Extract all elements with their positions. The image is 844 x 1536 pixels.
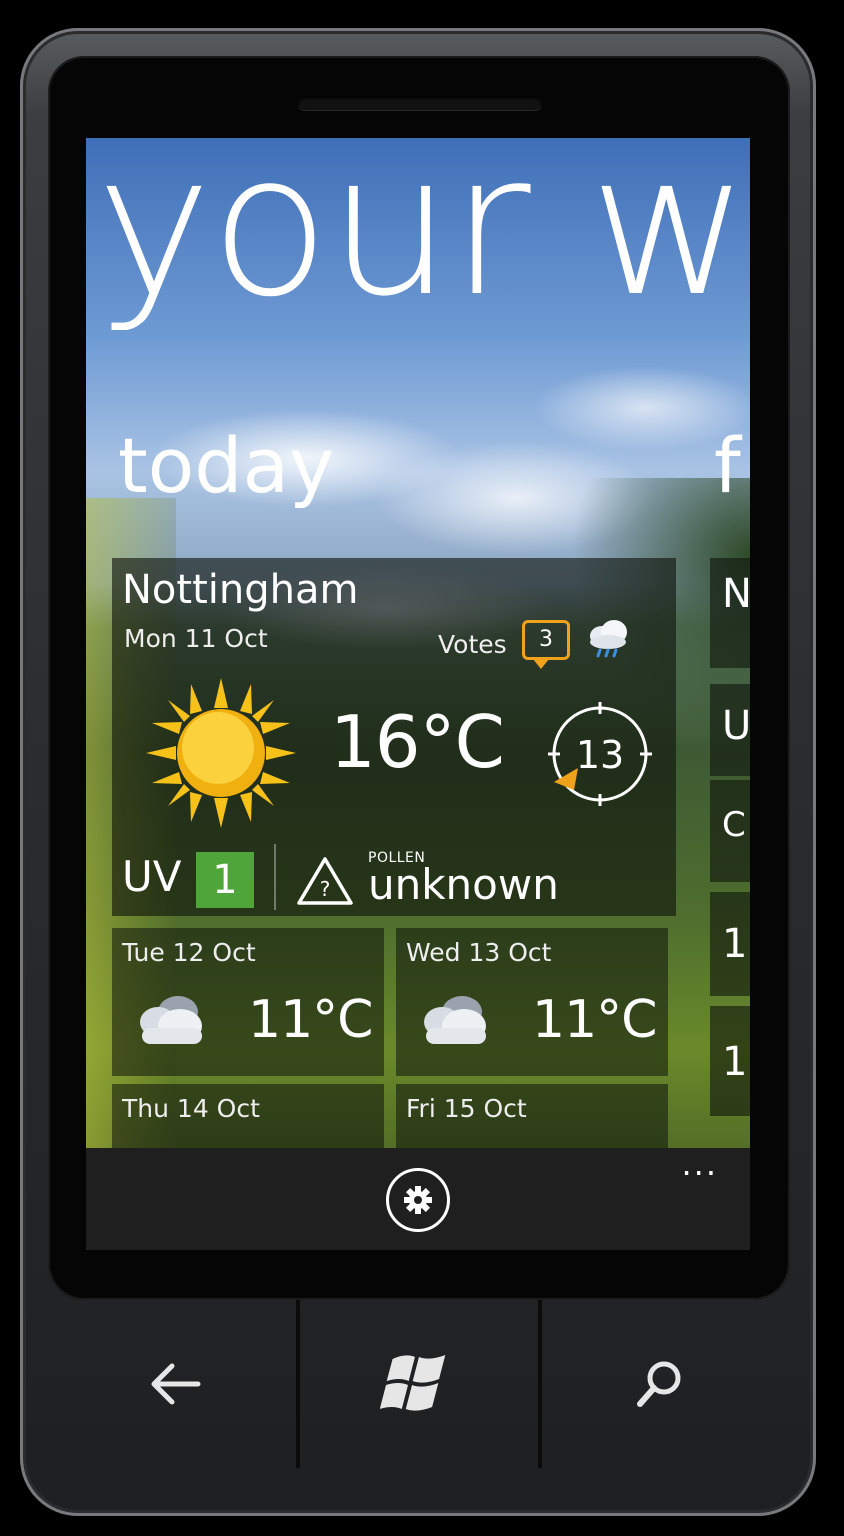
- city-name: Nottingham: [122, 567, 359, 613]
- back-arrow-icon: [151, 1363, 201, 1405]
- next-section-text: C: [722, 805, 746, 845]
- warning-icon: ?: [297, 857, 353, 905]
- next-section-tile[interactable]: 1: [710, 1006, 750, 1116]
- next-section-tile[interactable]: 1: [710, 892, 750, 996]
- next-section-text: U: [722, 703, 750, 749]
- panorama-title: your w: [96, 138, 749, 340]
- pollen-value: unknown: [368, 860, 559, 909]
- more-options-button[interactable]: ...: [681, 1148, 718, 1180]
- forecast-temperature: 11°C: [248, 990, 373, 1050]
- next-section-text: 1: [722, 921, 748, 967]
- cloud-icon: [424, 996, 486, 1044]
- next-section-text: N: [722, 571, 750, 617]
- svg-text:?: ?: [320, 877, 331, 901]
- cloud-rain-icon: [590, 620, 627, 658]
- next-section-tile[interactable]: N: [710, 558, 750, 668]
- uv-label: UV: [122, 852, 182, 901]
- section-header-next[interactable]: f: [714, 428, 741, 504]
- today-date: Mon 11 Oct: [124, 624, 268, 653]
- divider: [274, 844, 276, 910]
- key-separator: [296, 1300, 300, 1468]
- windows-logo-icon: [380, 1355, 446, 1411]
- forecast-tile[interactable]: Tue 12 Oct 11°C: [112, 928, 384, 1076]
- forecast-date: Tue 12 Oct: [122, 938, 256, 967]
- uv-index-badge: 1: [196, 852, 254, 908]
- votes-count-badge[interactable]: 3: [522, 620, 570, 669]
- today-tile[interactable]: Nottingham Mon 11 Oct Votes 3 16°C 13 UV…: [112, 558, 676, 916]
- start-button[interactable]: [302, 1300, 534, 1468]
- settings-button[interactable]: [386, 1168, 450, 1232]
- current-temperature: 16°C: [330, 700, 505, 784]
- forecast-date: Wed 13 Oct: [406, 938, 552, 967]
- votes-label: Votes: [438, 630, 507, 659]
- wind-speed: 13: [576, 733, 624, 777]
- key-separator: [538, 1300, 542, 1468]
- next-section-tile[interactable]: C: [710, 780, 750, 882]
- earpiece-speaker: [298, 96, 542, 110]
- forecast-temperature: 11°C: [532, 990, 657, 1050]
- back-button[interactable]: [60, 1300, 292, 1468]
- gear-icon: [404, 1186, 432, 1214]
- search-button[interactable]: [544, 1300, 776, 1468]
- next-section-text: 1: [722, 1039, 748, 1085]
- next-section-tile[interactable]: U: [710, 684, 750, 776]
- wind-direction-icon: 13: [548, 702, 652, 806]
- sun-icon: [146, 678, 296, 828]
- search-icon: [637, 1361, 681, 1407]
- app-bar: ...: [86, 1148, 750, 1250]
- forecast-date: Fri 15 Oct: [406, 1094, 527, 1123]
- section-header-today[interactable]: today: [118, 428, 334, 504]
- forecast-date: Thu 14 Oct: [122, 1094, 260, 1123]
- forecast-tile[interactable]: Wed 13 Oct 11°C: [396, 928, 668, 1076]
- phone-screen: your w today f Nottingham Mon 11 Oct Vot…: [86, 138, 750, 1250]
- cloud-icon: [140, 996, 202, 1044]
